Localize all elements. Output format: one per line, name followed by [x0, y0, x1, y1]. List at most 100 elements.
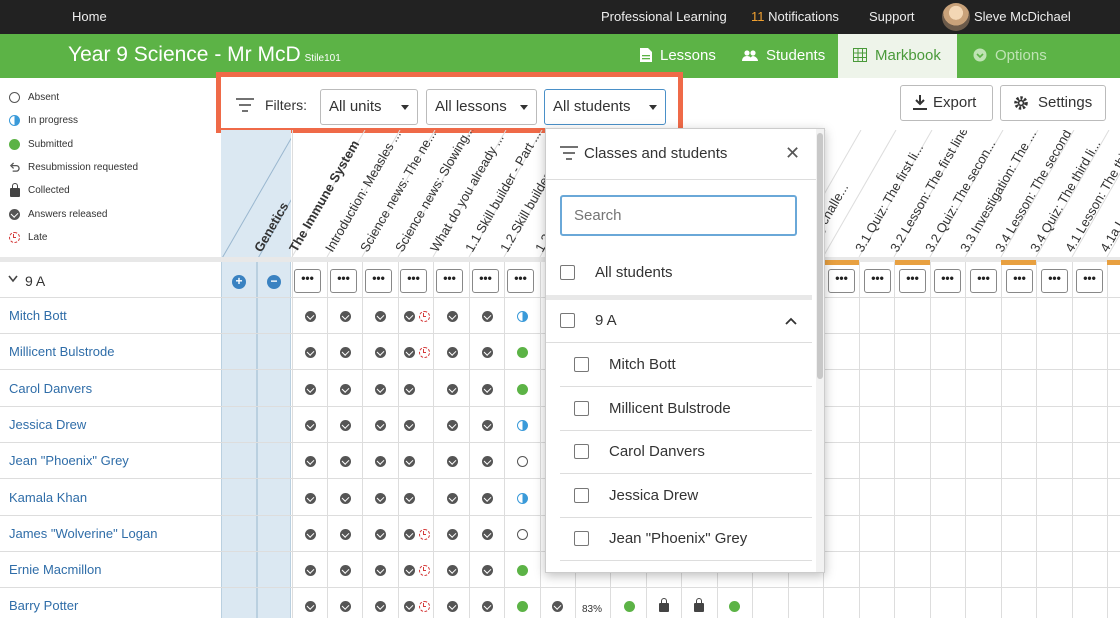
status-cell[interactable] — [517, 346, 529, 359]
checkbox[interactable] — [574, 444, 589, 459]
status-cell[interactable] — [447, 310, 459, 322]
student-name-link[interactable]: Carol Danvers — [9, 381, 92, 396]
scrollbar[interactable] — [816, 129, 824, 572]
status-cell[interactable] — [404, 383, 416, 395]
column-options-button[interactable]: ••• — [864, 269, 891, 293]
status-cell[interactable] — [375, 310, 387, 322]
column-options-button[interactable]: ••• — [365, 269, 392, 293]
class-name[interactable]: 9 A — [25, 273, 45, 289]
status-cell[interactable] — [340, 564, 352, 577]
student-option[interactable]: Jean "Phoenix" Grey — [560, 517, 812, 561]
status-cell[interactable] — [447, 528, 459, 540]
checkbox[interactable] — [560, 265, 575, 280]
status-cell[interactable] — [340, 528, 352, 540]
column-options-button[interactable]: ••• — [330, 269, 357, 293]
home-link[interactable]: Home — [72, 9, 107, 24]
notifications-link[interactable]: 11 Notifications — [751, 9, 839, 24]
student-name-link[interactable]: Millicent Bulstrode — [9, 344, 115, 359]
status-cell[interactable] — [447, 383, 459, 395]
tab-options[interactable]: Options — [973, 34, 1047, 78]
status-cell[interactable] — [404, 310, 430, 322]
status-cell[interactable] — [375, 455, 387, 468]
status-cell[interactable] — [447, 564, 459, 577]
status-cell[interactable] — [340, 600, 352, 613]
status-cell[interactable] — [404, 492, 416, 504]
column-options-button[interactable]: ••• — [507, 269, 534, 293]
status-cell[interactable] — [517, 600, 529, 613]
student-name-link[interactable]: Mitch Bott — [9, 308, 67, 323]
units-dropdown[interactable]: All units — [320, 89, 418, 125]
student-option[interactable]: Jessica Drew — [560, 474, 812, 518]
checkbox[interactable] — [574, 487, 589, 503]
status-cell[interactable] — [482, 346, 494, 359]
collapse-unit-icon[interactable]: − — [267, 275, 281, 289]
settings-button[interactable]: Settings — [1000, 85, 1106, 121]
column-options-button[interactable]: ••• — [294, 269, 321, 293]
student-name-link[interactable]: Kamala Khan — [9, 490, 87, 505]
checkbox[interactable] — [574, 400, 589, 416]
status-cell[interactable] — [305, 600, 317, 613]
checkbox[interactable] — [574, 531, 589, 546]
status-cell[interactable]: 83% — [582, 600, 612, 615]
status-cell[interactable] — [517, 564, 529, 577]
status-cell[interactable] — [694, 598, 706, 613]
status-cell[interactable] — [375, 383, 387, 395]
status-cell[interactable] — [404, 600, 430, 613]
close-icon[interactable]: ✕ — [785, 144, 800, 162]
column-options-button[interactable]: ••• — [899, 269, 926, 293]
chevron-down-icon[interactable] — [8, 275, 18, 283]
status-cell[interactable] — [482, 383, 494, 395]
student-name-link[interactable]: Jean "Phoenix" Grey — [9, 453, 129, 468]
tab-students[interactable]: Students — [742, 34, 825, 78]
column-options-button[interactable]: ••• — [400, 269, 427, 293]
status-cell[interactable] — [447, 600, 459, 613]
checkbox[interactable] — [560, 313, 575, 328]
status-cell[interactable] — [447, 492, 459, 504]
status-cell[interactable] — [482, 419, 494, 431]
status-cell[interactable] — [659, 598, 671, 613]
status-cell[interactable] — [517, 492, 529, 504]
status-cell[interactable] — [340, 310, 352, 322]
status-cell[interactable] — [305, 492, 317, 504]
status-cell[interactable] — [375, 528, 387, 540]
all-students-option[interactable]: All students — [546, 251, 812, 300]
status-cell[interactable] — [517, 310, 529, 322]
student-name-link[interactable]: Jessica Drew — [9, 417, 86, 432]
status-cell[interactable] — [729, 600, 741, 613]
status-cell[interactable] — [517, 528, 529, 540]
status-cell[interactable] — [375, 346, 387, 359]
status-cell[interactable] — [517, 383, 529, 395]
column-options-button[interactable]: ••• — [934, 269, 961, 293]
status-cell[interactable] — [517, 455, 529, 468]
tab-markbook[interactable]: Markbook — [838, 34, 957, 78]
student-name-link[interactable]: Ernie Macmillon — [9, 562, 101, 577]
expand-unit-icon[interactable]: + — [232, 275, 246, 289]
status-cell[interactable] — [305, 455, 317, 468]
status-cell[interactable] — [404, 528, 430, 540]
scrollbar-thumb[interactable] — [817, 133, 823, 379]
status-cell[interactable] — [447, 346, 459, 359]
status-cell[interactable] — [482, 310, 494, 322]
status-cell[interactable] — [482, 528, 494, 540]
search-input[interactable] — [560, 195, 797, 236]
status-cell[interactable] — [447, 455, 459, 468]
student-name-link[interactable]: James "Wolverine" Logan — [9, 526, 157, 541]
status-cell[interactable] — [305, 383, 317, 395]
status-cell[interactable] — [340, 346, 352, 359]
status-cell[interactable] — [340, 383, 352, 395]
status-cell[interactable] — [404, 564, 430, 577]
column-options-button[interactable]: ••• — [1076, 269, 1103, 293]
class-option-9a[interactable]: 9 A — [546, 299, 812, 343]
student-name-link[interactable]: Barry Potter — [9, 598, 78, 613]
checkbox[interactable] — [574, 357, 589, 372]
status-cell[interactable] — [340, 492, 352, 504]
status-cell[interactable] — [340, 419, 352, 431]
students-dropdown[interactable]: All students — [544, 89, 666, 125]
chevron-up-icon[interactable] — [785, 317, 797, 325]
status-cell[interactable] — [482, 600, 494, 613]
status-cell[interactable] — [552, 600, 564, 613]
status-cell[interactable] — [375, 419, 387, 431]
column-options-button[interactable]: ••• — [1006, 269, 1033, 293]
status-cell[interactable] — [305, 346, 317, 359]
status-cell[interactable] — [447, 419, 459, 431]
